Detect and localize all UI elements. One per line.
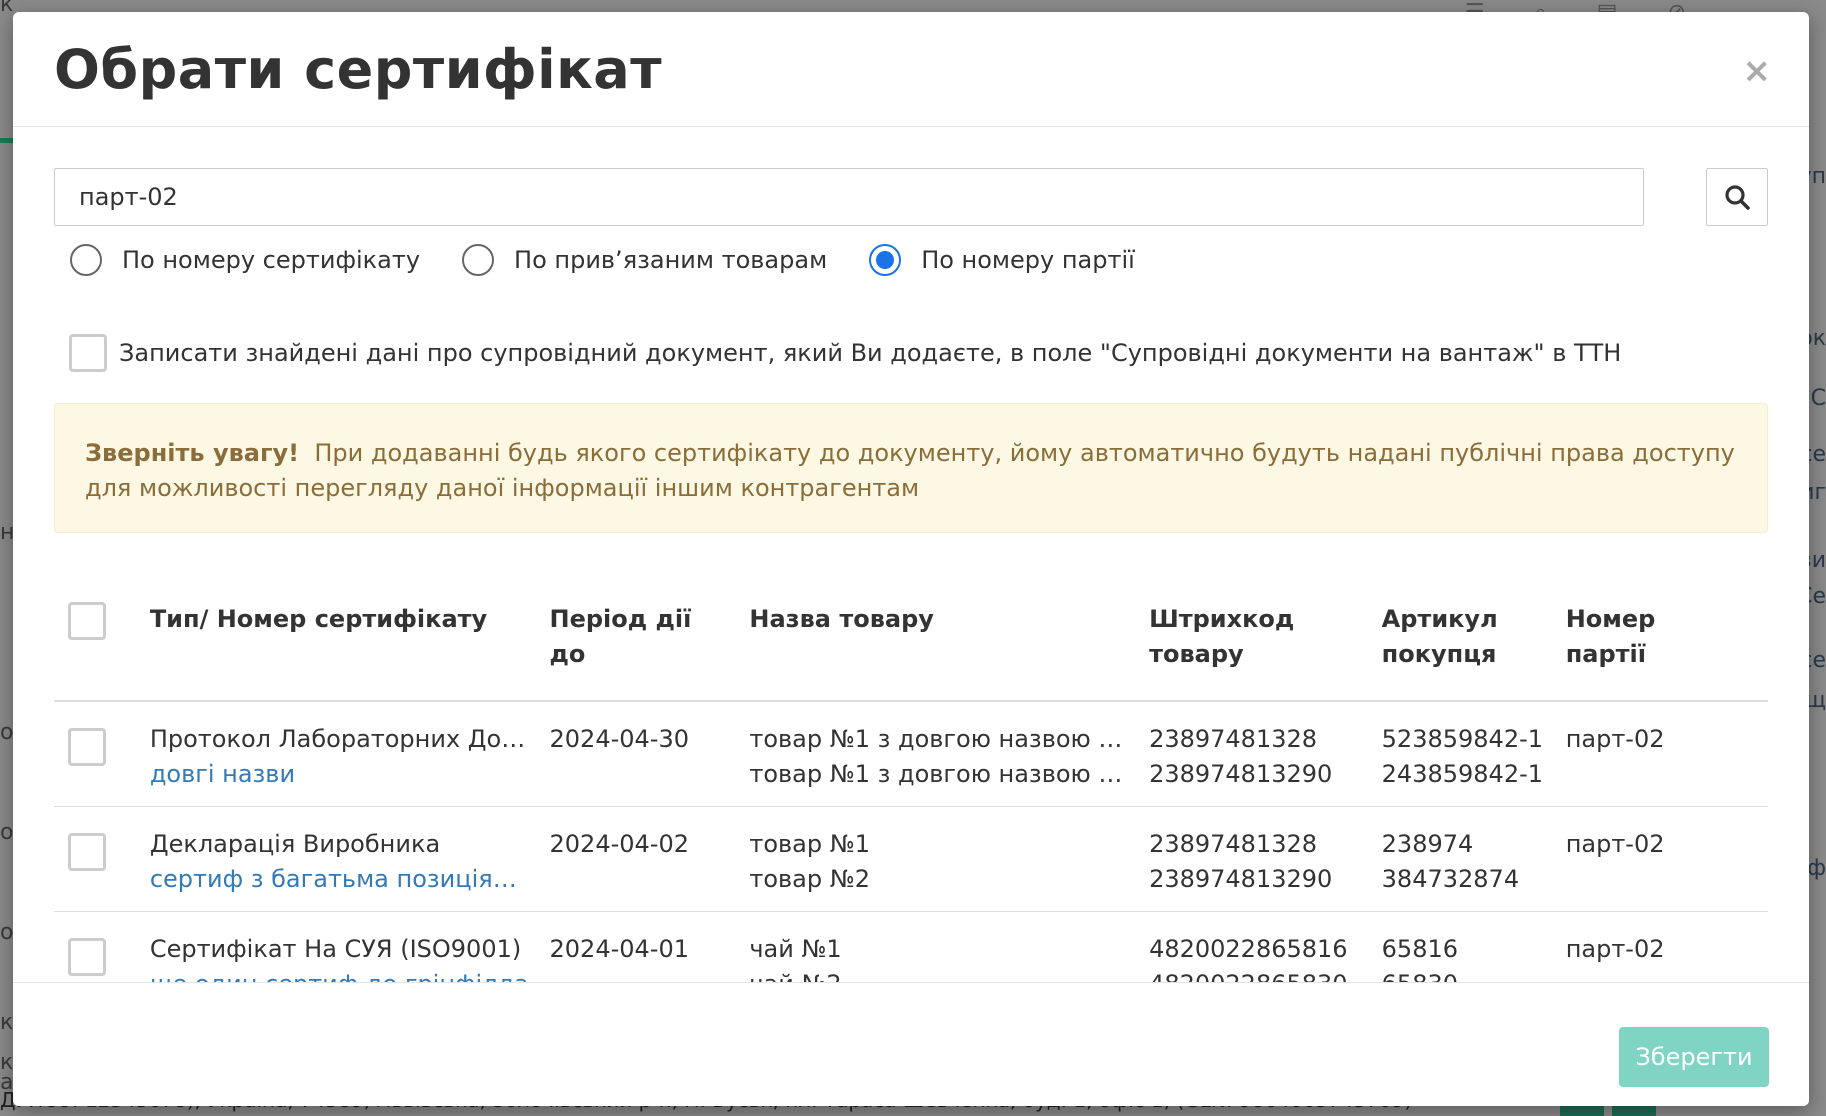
certificate-type: Декларація Виробника xyxy=(149,830,441,858)
header-line: Штрихкод xyxy=(1149,605,1295,633)
radio-button[interactable] xyxy=(462,244,495,276)
certificate-number-link[interactable]: сертиф з багатьма позиціями (товарами) xyxy=(150,862,530,897)
batch-cell: парт-02 xyxy=(1555,806,1768,912)
barcode: 238974813290 xyxy=(1149,760,1333,788)
barcode-cell: 23897481328 238974813290 xyxy=(1139,806,1372,912)
row-checkbox[interactable] xyxy=(68,938,106,976)
select-certificate-modal: Обрати сертифікат × По номеру сертифікат… xyxy=(13,12,1809,1106)
column-header-barcode[interactable]: Штрихкод товару xyxy=(1139,574,1372,702)
radio-label: По номеру партії xyxy=(921,246,1135,274)
search-mode-group: По номеру сертифікату По прив’язаним тов… xyxy=(70,244,1177,276)
header-line: Номер xyxy=(1565,605,1656,633)
radio-label: По номеру сертифікату xyxy=(122,246,421,274)
product-name: товар №2 xyxy=(749,865,870,893)
certificate-type: Сертифікат На СУЯ (ISO9001) xyxy=(149,935,522,963)
modal-title: Обрати сертифікат xyxy=(54,38,663,101)
header-line: партії xyxy=(1565,640,1647,668)
row-checkbox[interactable] xyxy=(68,833,106,871)
period-cell: 2024-04-30 xyxy=(539,701,740,807)
article-cell: 238974 384732874 xyxy=(1371,806,1556,912)
article-cell: 523859842-1 243859842-1 xyxy=(1371,701,1556,807)
product-name: чай №1 xyxy=(749,935,842,963)
record-to-ttn-checkbox[interactable] xyxy=(69,334,107,372)
article: 523859842-1 xyxy=(1381,725,1544,753)
background-right-text: ф xyxy=(1807,856,1826,881)
radio-by-batch-number[interactable]: По номеру партії xyxy=(869,244,1135,276)
row-select-cell xyxy=(54,701,140,807)
background-right-text: С xyxy=(1810,386,1826,411)
modal-footer: Зберегти xyxy=(13,982,1809,1106)
radio-by-linked-products[interactable]: По прив’язаним товарам xyxy=(462,244,827,276)
product-name: товар №1 xyxy=(749,830,870,858)
row-select-cell xyxy=(54,806,140,912)
product-name: товар №1 з довгою назвою Ж/Ж xyxy=(749,725,1130,753)
article: 65816 xyxy=(1381,935,1459,963)
type-number-cell: Протокол Лабораторних Досліджень довгі н… xyxy=(139,701,540,807)
barcode: 4820022865816 xyxy=(1149,935,1348,963)
barcode: 23897481328 xyxy=(1149,830,1318,858)
header-line: товару xyxy=(1149,640,1244,668)
record-to-ttn-row: Записати знайдені дані про супровідний д… xyxy=(69,334,1621,372)
column-header-product-name[interactable]: Назва товару xyxy=(739,574,1140,702)
batch-cell: парт-02 xyxy=(1555,701,1768,807)
alert-text: При додаванні будь якого сертифікату до … xyxy=(85,439,1735,502)
barcode-cell: 23897481328 238974813290 xyxy=(1139,701,1372,807)
search-icon xyxy=(1725,185,1750,210)
barcode: 23897481328 xyxy=(1149,725,1318,753)
warning-alert: Зверніть увагу! При додаванні будь якого… xyxy=(54,403,1768,533)
period-cell: 2024-04-02 xyxy=(539,806,740,912)
header-line: Артикул xyxy=(1381,605,1498,633)
close-button[interactable]: × xyxy=(1743,54,1772,88)
product-name: товар №1 з довгою назвою Ж/Ж xyxy=(749,760,1130,788)
alert-title: Зверніть увагу! xyxy=(85,439,300,467)
search-button[interactable] xyxy=(1706,168,1768,226)
column-header-batch[interactable]: Номер партії xyxy=(1555,574,1768,702)
certificates-table: Тип/ Номер сертифікату Період дії до Наз… xyxy=(54,574,1768,1017)
table-row[interactable]: Протокол Лабораторних Досліджень довгі н… xyxy=(54,701,1768,807)
radio-label: По прив’язаним товарам xyxy=(514,246,828,274)
radio-by-certificate-number[interactable]: По номеру сертифікату xyxy=(70,244,420,276)
column-header-period[interactable]: Період дії до xyxy=(539,574,740,702)
product-name-cell: товар №1 з довгою назвою Ж/Ж товар №1 з … xyxy=(739,701,1140,807)
modal-header: Обрати сертифікат × xyxy=(13,12,1809,127)
search-row xyxy=(54,168,1768,226)
table-row[interactable]: Декларація Виробника сертиф з багатьма п… xyxy=(54,806,1768,912)
product-name-cell: товар №1 товар №2 xyxy=(739,806,1140,912)
article: 384732874 xyxy=(1381,865,1520,893)
header-line: покупця xyxy=(1381,640,1497,668)
radio-button-selected[interactable] xyxy=(869,244,902,276)
certificate-number-link[interactable]: довгі назви xyxy=(150,757,530,792)
barcode: 238974813290 xyxy=(1149,865,1333,893)
background-left-text: к xyxy=(0,0,14,17)
column-header-article[interactable]: Артикул покупця xyxy=(1371,574,1556,702)
radio-button[interactable] xyxy=(70,244,102,276)
row-checkbox[interactable] xyxy=(68,728,106,766)
column-header-type-number[interactable]: Тип/ Номер сертифікату xyxy=(139,574,540,702)
article: 238974 xyxy=(1381,830,1474,858)
table-header-row: Тип/ Номер сертифікату Період дії до Наз… xyxy=(54,574,1768,702)
certificate-type: Протокол Лабораторних Досліджень xyxy=(149,725,530,753)
article: 243859842-1 xyxy=(1381,760,1544,788)
select-all-checkbox[interactable] xyxy=(68,602,106,640)
select-all-cell xyxy=(54,574,140,702)
save-button[interactable]: Зберегти xyxy=(1619,1027,1769,1087)
type-number-cell: Декларація Виробника сертиф з багатьма п… xyxy=(139,806,540,912)
background-accent-line xyxy=(0,138,14,143)
search-input[interactable] xyxy=(54,168,1644,226)
record-to-ttn-label: Записати знайдені дані про супровідний д… xyxy=(119,339,1622,367)
